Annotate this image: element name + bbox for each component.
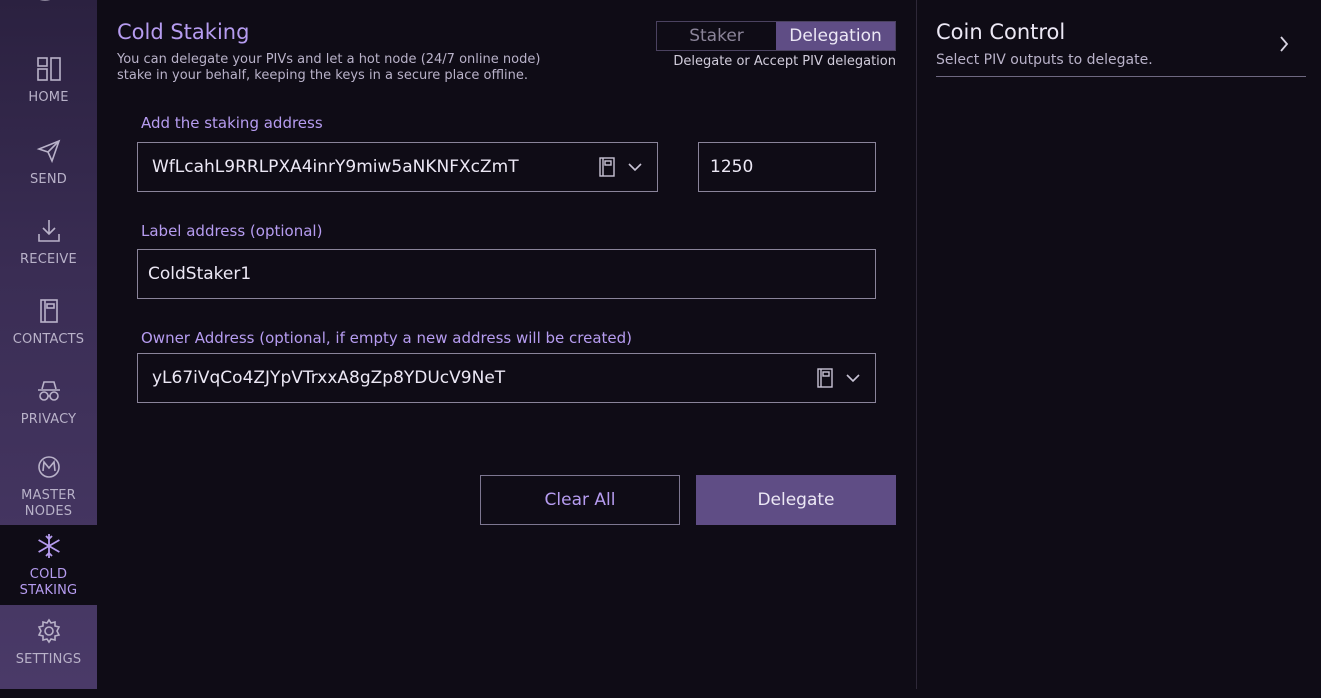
sidebar-item-masternodes[interactable]: MASTER NODES [0, 454, 97, 525]
sidebar-item-label: HOME [28, 90, 69, 105]
clear-all-button[interactable]: Clear All [480, 475, 680, 525]
mode-toggle: Staker Delegation [656, 21, 896, 51]
label-address-input[interactable]: ColdStaker1 [137, 249, 876, 299]
delegate-button[interactable]: Delegate [696, 475, 896, 525]
toggle-caption: Delegate or Accept PIV delegation [673, 54, 896, 69]
sidebar-item-contacts[interactable]: CONTACTS [0, 298, 97, 378]
staking-address-field[interactable]: WfLcahL9RRLPXA4inrY9miw5aNKNFXcZmT [137, 142, 658, 192]
home-icon [36, 57, 61, 81]
page-description: You can delegate your PIVs and let a hot… [117, 52, 541, 83]
tab-delegation[interactable]: Delegation [776, 22, 895, 50]
sidebar-item-settings[interactable]: SETTINGS [0, 618, 97, 698]
sidebar-item-cold-staking[interactable]: COLD STAKING [0, 525, 97, 605]
contacts-icon [39, 299, 58, 323]
staking-address-label: Add the staking address [141, 114, 323, 132]
sidebar-item-label: CONTACTS [12, 332, 85, 347]
gear-icon [37, 618, 60, 644]
label-address-label: Label address (optional) [141, 222, 323, 240]
sidebar-item-receive[interactable]: RECEIVE [0, 218, 97, 298]
receive-icon [37, 220, 60, 242]
sidebar-item-label: COLD STAKING [19, 567, 78, 598]
address-book-icon[interactable] [815, 368, 835, 388]
sidebar: HOME SEND RECEIVE CONTACTS PRIVACY MASTE… [0, 0, 97, 689]
label-address-value: ColdStaker1 [148, 264, 252, 284]
owner-address-field[interactable]: yL67iVqCo4ZJYpVTrxxA8gZp8YDUcV9NeT [137, 353, 876, 403]
chevron-right-icon[interactable] [1276, 34, 1292, 54]
sidebar-item-home[interactable]: HOME [0, 56, 97, 136]
sidebar-item-label: SETTINGS [15, 652, 82, 667]
page-title: Cold Staking [117, 20, 250, 44]
sidebar-item-label: SEND [29, 172, 67, 187]
snowflake-icon [37, 534, 60, 558]
coin-control-subtitle: Select PIV outputs to delegate. [936, 52, 1153, 68]
pivx-logo-icon [40, 0, 50, 1]
amount-value: 1250 [710, 157, 754, 177]
sidebar-item-label: RECEIVE [20, 252, 77, 267]
tab-staker[interactable]: Staker [657, 22, 776, 50]
masternodes-icon [37, 456, 60, 478]
sidebar-item-send[interactable]: SEND [0, 138, 97, 218]
chevron-down-icon[interactable] [845, 370, 861, 386]
sidebar-item-label: MASTER NODES [21, 488, 76, 519]
send-icon [36, 139, 60, 164]
owner-address-value: yL67iVqCo4ZJYpVTrxxA8gZp8YDUcV9NeT [152, 368, 506, 388]
staking-address-value: WfLcahL9RRLPXA4inrY9miw5aNKNFXcZmT [152, 157, 519, 177]
amount-input[interactable]: 1250 [698, 142, 876, 192]
address-book-icon[interactable] [597, 157, 617, 177]
panel-divider [916, 0, 917, 689]
owner-address-label: Owner Address (optional, if empty a new … [141, 329, 633, 347]
sidebar-item-privacy[interactable]: PRIVACY [0, 378, 97, 458]
sidebar-item-label: PRIVACY [20, 412, 77, 427]
privacy-icon [37, 381, 60, 401]
coin-control-title: Coin Control [936, 20, 1066, 44]
coin-control-divider [936, 76, 1306, 77]
chevron-down-icon[interactable] [627, 159, 643, 175]
